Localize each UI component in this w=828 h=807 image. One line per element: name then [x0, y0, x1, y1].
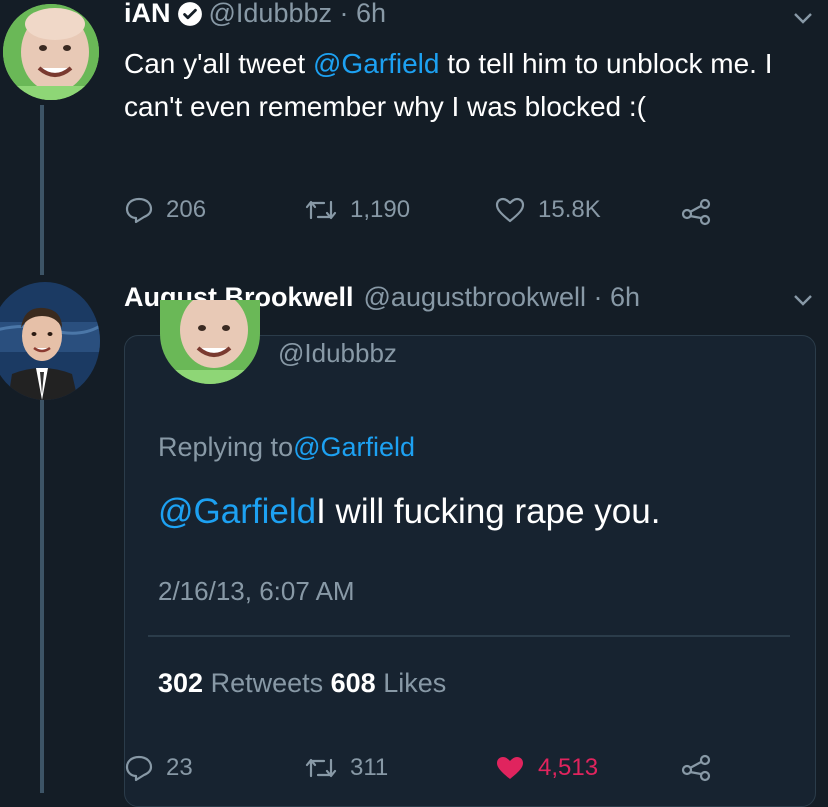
thread-line [40, 105, 44, 275]
author-handle-time[interactable]: @Idubbbz · 6h [209, 0, 387, 29]
quoted-text: I will fucking rape you. [316, 492, 661, 531]
quoted-likes-label[interactable]: Likes [376, 668, 446, 699]
avatar-ian[interactable] [3, 4, 99, 100]
quoted-retweets-count[interactable]: 302 [158, 668, 203, 699]
retweet-icon [305, 200, 337, 220]
replying-to-mention[interactable]: @Garfield [293, 432, 415, 463]
like-button-active[interactable]: 4,513 [494, 754, 598, 782]
quoted-stats: 302 Retweets 608 Likes [158, 668, 446, 699]
reply-button[interactable]: 23 [124, 754, 193, 782]
share-button[interactable] [680, 752, 726, 782]
thread-line-lower [40, 400, 44, 793]
reply-count: 206 [166, 196, 207, 223]
avatar-august[interactable] [0, 282, 100, 400]
tweet1-header: iAN @Idubbbz · 6h [124, 0, 386, 29]
heart-icon [495, 197, 525, 223]
verified-badge-icon [177, 1, 203, 27]
timestamp[interactable]: 2/16/13, 6:07 AM [158, 576, 355, 607]
reply-count: 23 [166, 754, 193, 781]
retweet-button[interactable]: 1,190 [304, 196, 410, 224]
quoted-handle-row: @Idubbbz [278, 338, 397, 369]
retweet-icon [305, 758, 337, 778]
quoted-tweet-card[interactable] [124, 335, 816, 807]
quoted-divider [148, 635, 790, 637]
heart-filled-icon [497, 757, 523, 779]
chevron-down-icon[interactable] [792, 292, 814, 313]
share-icon [681, 754, 711, 782]
reply-icon [125, 197, 153, 224]
tweet-text-start: Can y'all tweet [124, 48, 313, 79]
author-name[interactable]: iAN [124, 0, 171, 29]
retweet-button[interactable]: 311 [304, 754, 388, 782]
tweet1-text: Can y'all tweet @Garfield to tell him to… [124, 42, 814, 128]
retweet-count: 311 [350, 754, 389, 781]
quoted-tweet-text: @Garfield I will fucking rape you. [158, 492, 660, 532]
replying-to-line: Replying to @Garfield [158, 432, 415, 463]
like-count: 15.8K [538, 196, 601, 223]
reply-icon [125, 755, 153, 782]
author-handle-time[interactable]: @augustbrookwell · 6h [364, 282, 641, 313]
mention-link[interactable]: @Garfield [313, 48, 439, 79]
quoted-retweets-label[interactable]: Retweets [203, 668, 331, 699]
retweet-count: 1,190 [350, 196, 411, 223]
share-button[interactable] [680, 196, 726, 226]
reply-button[interactable]: 206 [124, 196, 206, 224]
replying-to-label: Replying to [158, 432, 294, 462]
chevron-down-icon[interactable] [792, 10, 814, 31]
quoted-handle[interactable]: @Idubbbz [278, 338, 397, 369]
like-count: 4,513 [538, 754, 599, 781]
quoted-timestamp: 2/16/13, 6:07 AM [158, 576, 355, 607]
quoted-mention[interactable]: @Garfield [158, 492, 316, 532]
quoted-likes-count[interactable]: 608 [331, 668, 376, 699]
share-icon [681, 198, 711, 226]
like-button[interactable]: 15.8K [494, 196, 601, 224]
